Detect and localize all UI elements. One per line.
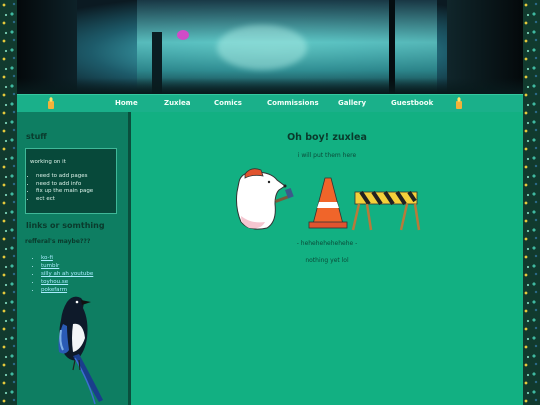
links-heading: links or somthing bbox=[26, 221, 105, 230]
nav-commissions[interactable]: Commissions bbox=[267, 99, 319, 107]
page-subtitle: i will put them here bbox=[297, 152, 357, 159]
todo-item: need to add pages bbox=[36, 173, 93, 181]
todo-title: working on it bbox=[30, 159, 66, 165]
nav-gallery[interactable]: Gallery bbox=[338, 99, 366, 107]
link-item: toyhou.se bbox=[41, 278, 93, 286]
nav-home[interactable]: Home bbox=[115, 99, 138, 107]
right-border-pattern bbox=[522, 0, 540, 405]
status-text: nothing yet lol bbox=[305, 257, 349, 264]
left-border-pattern bbox=[0, 0, 18, 405]
link-kofi[interactable]: ko-fi bbox=[41, 255, 53, 261]
nav-guestbook[interactable]: Guestbook bbox=[391, 99, 433, 107]
todo-box: working on it need to add pages need to … bbox=[25, 148, 117, 214]
link-toyhouse[interactable]: toyhou.se bbox=[41, 279, 68, 285]
nav-zuxlea[interactable]: Zuxlea bbox=[164, 99, 190, 107]
link-item: tumblr bbox=[41, 262, 93, 270]
link-item: ko-fi bbox=[41, 254, 93, 262]
laugh-text: - hehehehehehehe - bbox=[296, 240, 358, 247]
banner-pink-flower bbox=[177, 30, 189, 40]
navbar: Home Zuxlea Comics Commissions Gallery G… bbox=[17, 94, 523, 113]
nav-comics[interactable]: Comics bbox=[214, 99, 242, 107]
magpie-bird-illustration bbox=[58, 296, 103, 405]
links-subheading: refferal's maybe??? bbox=[25, 238, 91, 245]
todo-item: need to add info bbox=[36, 181, 93, 189]
todo-item: ect ect bbox=[36, 196, 93, 204]
main-content: Oh boy! zuxlea i will put them here - he… bbox=[131, 112, 523, 405]
link-item: silly ah ah youtube bbox=[41, 270, 93, 278]
todo-item: fix up the main page bbox=[36, 188, 93, 196]
candle-icon bbox=[456, 97, 462, 109]
banner-glow bbox=[217, 25, 307, 70]
link-tumblr[interactable]: tumblr bbox=[41, 263, 59, 269]
links-list: ko-fi tumblr silly ah ah youtube toyhou.… bbox=[35, 254, 93, 294]
banner-ground bbox=[17, 78, 523, 94]
header-banner bbox=[17, 0, 523, 94]
under-construction-illustration bbox=[236, 168, 421, 231]
todo-list: need to add pages need to add info fix u… bbox=[28, 173, 93, 203]
link-youtube[interactable]: silly ah ah youtube bbox=[41, 271, 93, 277]
sidebar: stuff working on it need to add pages ne… bbox=[17, 112, 131, 405]
page-title: Oh boy! zuxlea bbox=[287, 132, 367, 143]
sidebar-heading: stuff bbox=[26, 132, 47, 141]
candle-icon bbox=[48, 97, 54, 109]
